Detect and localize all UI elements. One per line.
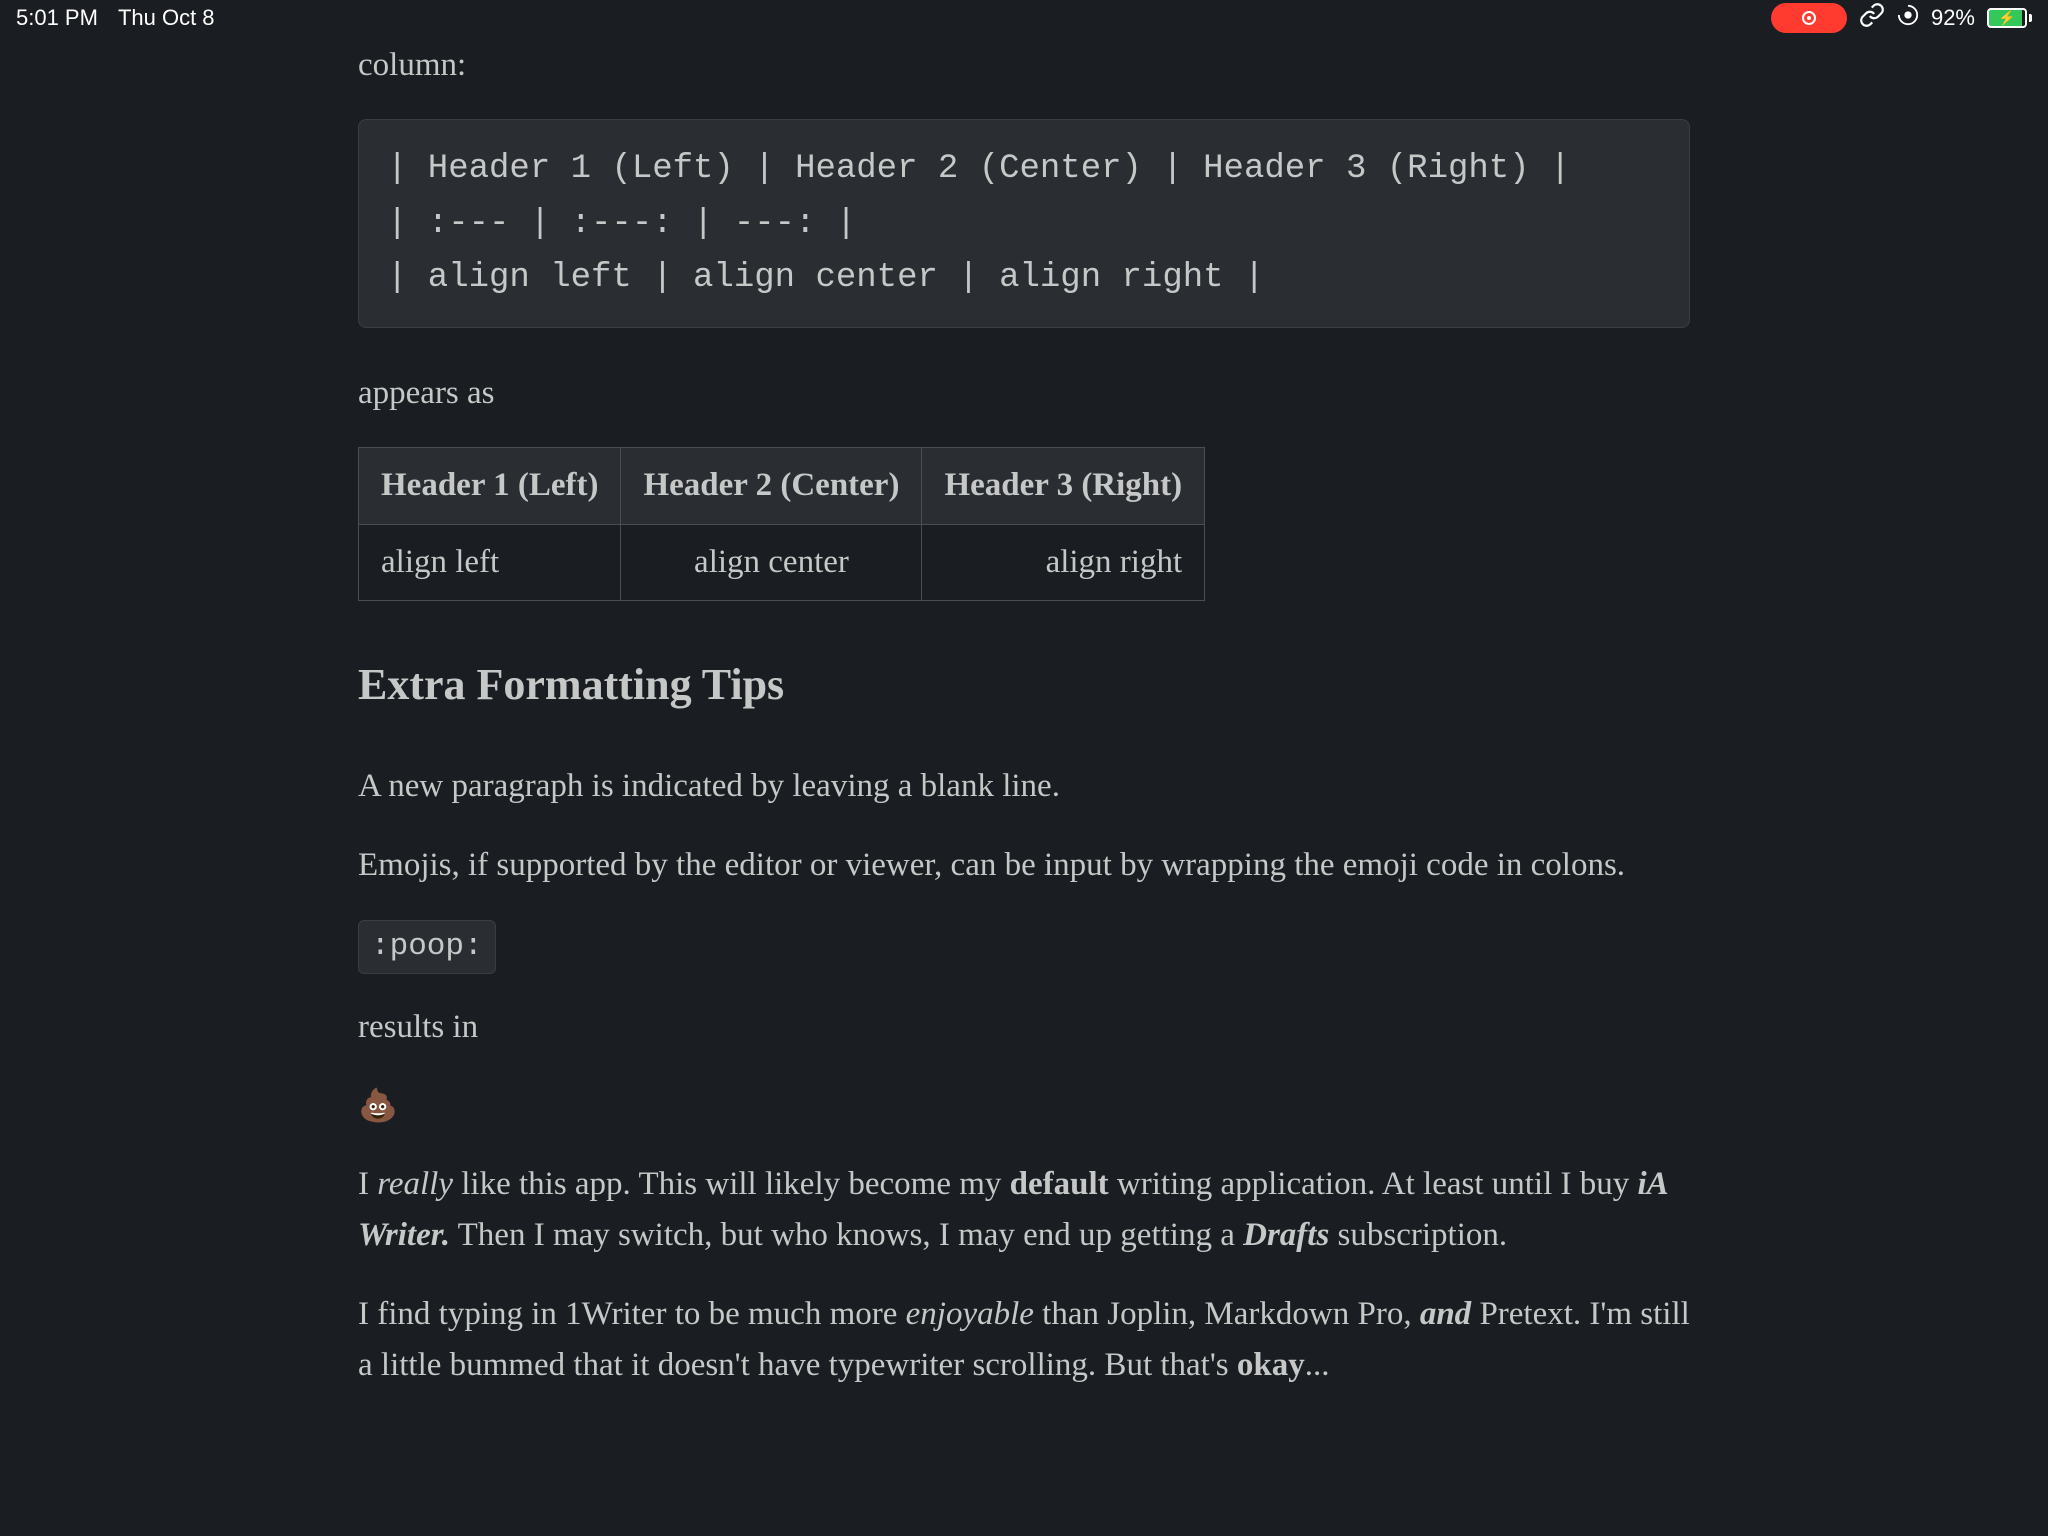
appears-as-text: appears as bbox=[358, 368, 1690, 419]
intro-text: column: bbox=[358, 40, 1690, 91]
recording-icon bbox=[1802, 11, 1816, 25]
bold-italic-text: Drafts bbox=[1243, 1217, 1329, 1253]
document-content[interactable]: column: | Header 1 (Left) | Header 2 (Ce… bbox=[0, 0, 2048, 1392]
status-left: 5:01 PM Thu Oct 8 bbox=[16, 5, 215, 31]
bold-italic-text: and bbox=[1420, 1296, 1471, 1332]
link-icon bbox=[1859, 2, 1885, 34]
rendered-table: Header 1 (Left) Header 2 (Center) Header… bbox=[358, 447, 1205, 600]
status-date: Thu Oct 8 bbox=[118, 5, 215, 31]
section-heading: Extra Formatting Tips bbox=[358, 651, 1690, 719]
battery-icon: ⚡ bbox=[1987, 8, 2032, 28]
inline-code-line: :poop: bbox=[358, 919, 1690, 974]
emoji-code: :poop: bbox=[358, 920, 496, 974]
recording-indicator[interactable] bbox=[1771, 3, 1847, 33]
bold-text: okay bbox=[1237, 1347, 1305, 1383]
table-cell: align left bbox=[359, 524, 621, 600]
emoji-output: 💩 bbox=[358, 1081, 1690, 1131]
table-cell: align right bbox=[922, 524, 1205, 600]
table-row: align left align center align right bbox=[359, 524, 1205, 600]
orientation-lock-icon bbox=[1897, 4, 1919, 32]
italic-text: really bbox=[377, 1166, 453, 1202]
status-time: 5:01 PM bbox=[16, 5, 98, 31]
bold-text: default bbox=[1010, 1166, 1109, 1202]
battery-percent: 92% bbox=[1931, 5, 1975, 31]
markdown-code-block: | Header 1 (Left) | Header 2 (Center) | … bbox=[358, 119, 1690, 328]
table-header-cell: Header 2 (Center) bbox=[621, 448, 922, 524]
status-right: 92% ⚡ bbox=[1771, 2, 2032, 34]
paragraph: I find typing in 1Writer to be much more… bbox=[358, 1289, 1690, 1391]
table-header-cell: Header 1 (Left) bbox=[359, 448, 621, 524]
italic-text: enjoyable bbox=[906, 1296, 1034, 1332]
paragraph: I really like this app. This will likely… bbox=[358, 1159, 1690, 1261]
table-cell: align center bbox=[621, 524, 922, 600]
table-header-row: Header 1 (Left) Header 2 (Center) Header… bbox=[359, 448, 1205, 524]
results-in-text: results in bbox=[358, 1002, 1690, 1053]
status-bar: 5:01 PM Thu Oct 8 92% ⚡ bbox=[0, 0, 2048, 36]
paragraph: A new paragraph is indicated by leaving … bbox=[358, 761, 1690, 812]
table-header-cell: Header 3 (Right) bbox=[922, 448, 1205, 524]
paragraph: Emojis, if supported by the editor or vi… bbox=[358, 840, 1690, 891]
